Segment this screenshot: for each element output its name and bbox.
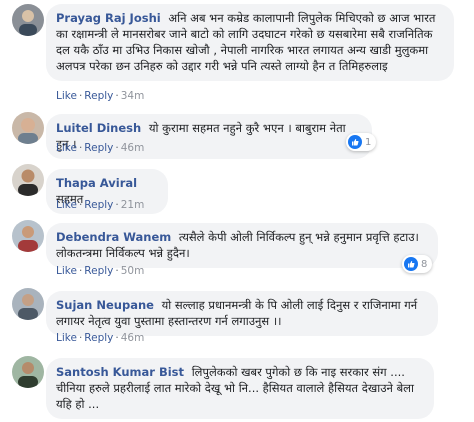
like-link[interactable]: Like <box>56 265 77 277</box>
comment-author[interactable]: Prayag Raj Joshi <box>56 11 161 25</box>
avatar[interactable] <box>12 4 44 36</box>
reply-link[interactable]: Reply <box>84 199 113 211</box>
comment-bubble: Prayag Raj Joshi अनि अब भन कम्रेड कालापा… <box>46 4 454 81</box>
avatar[interactable] <box>12 220 44 252</box>
comment-author[interactable]: Thapa Aviral <box>56 176 137 190</box>
reply-link[interactable]: Reply <box>84 332 113 344</box>
thumbs-up-icon <box>404 257 418 271</box>
avatar[interactable] <box>12 164 44 196</box>
avatar[interactable] <box>12 112 44 144</box>
comment-timestamp[interactable]: 46m <box>121 332 145 344</box>
comment-actions: Like · Reply · 34m <box>56 90 145 102</box>
comment-author[interactable]: Sujan Neupane <box>56 298 154 312</box>
comment-bubble: Santosh Kumar Bist लिपुलेकको खबर पुगेको … <box>46 358 434 419</box>
comment-actions: Like · Reply · 21m <box>56 199 145 211</box>
comment-timestamp[interactable]: 50m <box>121 265 145 277</box>
reaction-count[interactable]: 8 <box>402 255 433 273</box>
comment-timestamp[interactable]: 34m <box>121 90 145 102</box>
comment-bubble: Sujan Neupane यो सल्लाह प्रधानमन्त्री के… <box>46 291 438 336</box>
comment-actions: Like · Reply · 46m <box>56 332 145 344</box>
comment-timestamp[interactable]: 21m <box>121 199 145 211</box>
avatar[interactable] <box>12 356 44 388</box>
reaction-count[interactable]: 1 <box>346 133 377 151</box>
like-link[interactable]: Like <box>56 332 77 344</box>
reply-link[interactable]: Reply <box>84 90 113 102</box>
comment-author[interactable]: Santosh Kumar Bist <box>56 365 184 379</box>
thumbs-up-icon <box>348 135 362 149</box>
comment-author[interactable]: Debendra Wanem <box>56 230 171 244</box>
avatar[interactable] <box>12 288 44 320</box>
reply-link[interactable]: Reply <box>84 142 113 154</box>
like-link[interactable]: Like <box>56 142 77 154</box>
comment-actions: Like · Reply · 46m <box>56 142 145 154</box>
like-link[interactable]: Like <box>56 90 77 102</box>
comment-actions: Like · Reply · 50m <box>56 265 145 277</box>
comment-bubble: Debendra Wanem त्यसैले केपी ओली निर्विकल… <box>46 223 438 268</box>
comment-timestamp[interactable]: 46m <box>121 142 145 154</box>
like-link[interactable]: Like <box>56 199 77 211</box>
comment-author[interactable]: Luitel Dinesh <box>56 121 141 135</box>
reply-link[interactable]: Reply <box>84 265 113 277</box>
